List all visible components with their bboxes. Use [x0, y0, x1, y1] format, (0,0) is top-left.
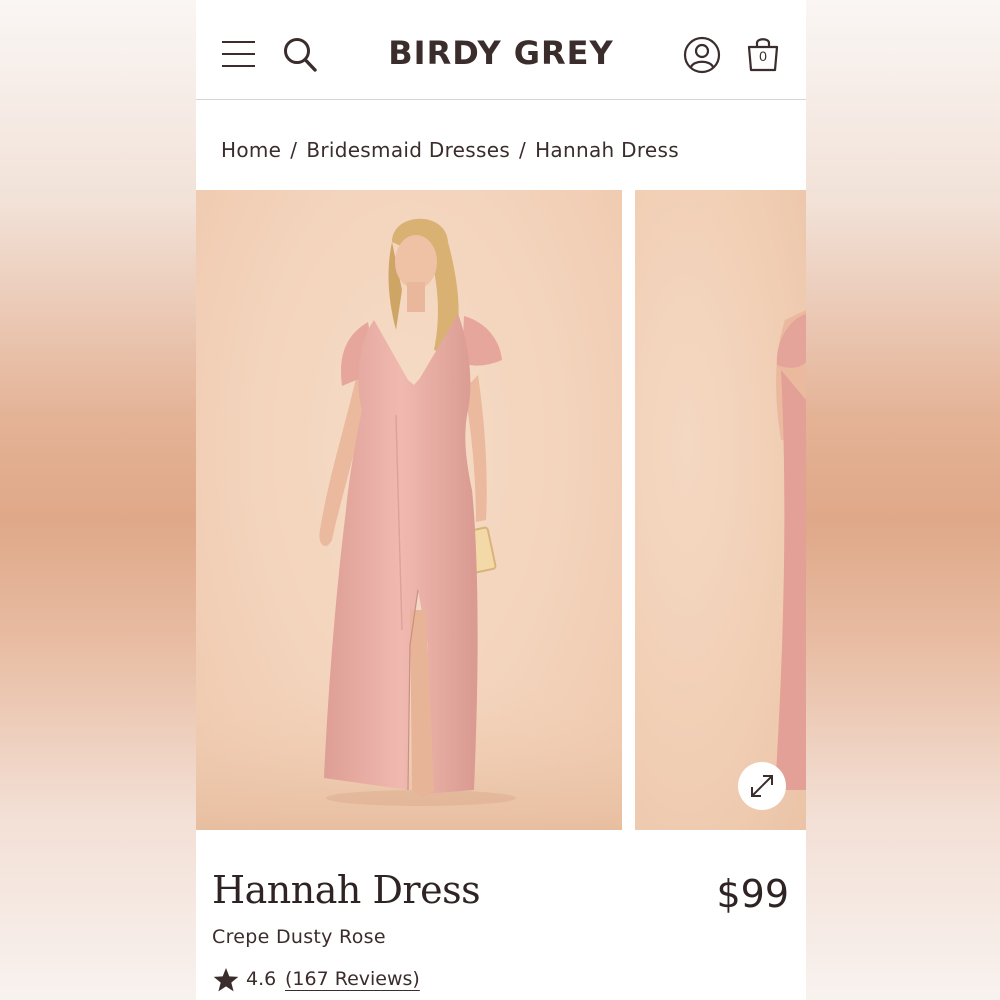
reviews-link[interactable]: (167 Reviews): [285, 968, 420, 990]
product-page: BIRDY GREY 0 Home / Bridesmaid Dresses / Han…: [196, 0, 806, 1000]
search-icon[interactable]: [282, 36, 318, 74]
account-icon[interactable]: [683, 36, 721, 74]
breadcrumb: Home / Bridesmaid Dresses / Hannah Dress: [221, 138, 679, 162]
background-blur-left: [0, 0, 196, 1000]
breadcrumb-home[interactable]: Home: [221, 138, 281, 162]
site-header: BIRDY GREY 0: [196, 0, 806, 100]
menu-icon[interactable]: [222, 41, 255, 67]
star-icon: [213, 968, 239, 992]
product-photo-next[interactable]: [635, 190, 806, 830]
bag-count: 0: [759, 48, 767, 64]
breadcrumb-hannah-dress[interactable]: Hannah Dress: [535, 138, 679, 162]
product-color: Crepe Dusty Rose: [212, 926, 386, 948]
product-title: Hannah Dress: [212, 868, 481, 912]
rating-score: 4.6: [246, 968, 277, 990]
product-gallery[interactable]: [196, 190, 806, 830]
breadcrumb-separator: /: [290, 138, 298, 162]
product-photo-main[interactable]: [196, 190, 622, 830]
breadcrumb-bridesmaid-dresses[interactable]: Bridesmaid Dresses: [306, 138, 510, 162]
expand-icon: [751, 775, 773, 797]
product-price: $99: [716, 872, 789, 916]
brand-logo[interactable]: BIRDY GREY: [386, 34, 616, 72]
breadcrumb-separator: /: [519, 138, 527, 162]
background-blur-right: [806, 0, 1000, 1000]
bag-icon[interactable]: 0: [745, 35, 781, 73]
expand-gallery-button[interactable]: [738, 762, 786, 810]
